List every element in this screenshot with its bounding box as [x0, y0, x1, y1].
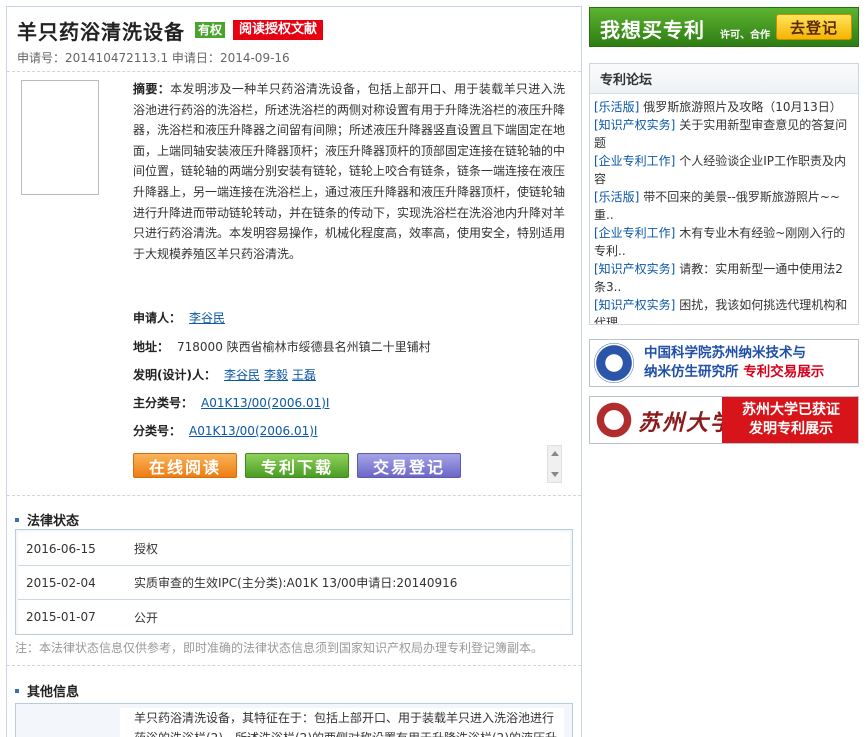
go-register-button[interactable]: 去登记 — [776, 14, 852, 40]
table-row: 2015-02-04 实质审查的生效IPC(主分类):A01K 13/00申请日… — [18, 566, 570, 600]
suda-banner[interactable]: 苏州大学 苏州大学已获证 发明专利展示 — [589, 396, 859, 444]
main-class-field: 主分类号： A01K13/00(2006.01)I — [133, 394, 333, 411]
forum-category[interactable]: [知识产权实务] — [594, 262, 675, 276]
forum-category[interactable]: [知识产权实务] — [594, 118, 675, 132]
suda-line1: 苏州大学已获证 — [742, 402, 840, 418]
legal-date: 2016-06-15 — [26, 541, 96, 556]
list-item[interactable]: [乐活版] 带不回来的美景--俄罗斯旅游照片~~重.. — [594, 188, 850, 224]
forum-category[interactable]: [知识产权实务] — [594, 298, 675, 312]
divider — [7, 495, 581, 496]
list-item[interactable]: [知识产权实务] 请教：实用新型一通中使用法2条3.. — [594, 260, 850, 296]
legal-date: 2015-02-04 — [26, 575, 96, 590]
suda-seal-icon — [594, 400, 634, 440]
status-badge: 有权 — [195, 22, 226, 38]
list-item[interactable]: [企业专利工作] 个人经验谈企业IP工作职责及内容 — [594, 152, 850, 188]
inventor-link[interactable]: 李谷民 — [224, 368, 260, 382]
table-row: 2015-01-07 公开 — [18, 600, 570, 634]
forum-category[interactable]: [乐活版] — [594, 100, 639, 114]
app-no: 201410472113.1 — [65, 51, 169, 65]
suda-line2: 发明专利展示 — [749, 421, 833, 437]
inventor-link[interactable]: 王磊 — [292, 368, 316, 382]
list-item[interactable]: [企业专利工作] 木有专业木有经验~刚刚入行的专利.. — [594, 224, 850, 260]
list-item[interactable]: [乐活版] 俄罗斯旅游照片及攻略（10月13日） — [594, 98, 850, 116]
forum-topic[interactable]: 俄罗斯旅游照片及攻略（10月13日） — [643, 100, 842, 114]
app-no-label: 申请号： — [17, 51, 66, 65]
read-authorized-doc-link[interactable]: 阅读授权文献 — [233, 20, 324, 40]
other-info-box: 羊只药浴清洗设备，其特征在于：包括上部开口、用于装载羊只进入洗浴池进行药浴的洗浴… — [15, 703, 573, 737]
inventor-field: 发明(设计)人： 李谷民 李毅 王磊 — [133, 366, 320, 383]
suda-calligraphy: 苏州大学 — [638, 410, 735, 436]
main-class-link[interactable]: A01K13/00(2006.01)I — [201, 396, 329, 410]
applicant-link[interactable]: 李谷民 — [189, 311, 225, 325]
app-date-label: 申请日： — [171, 51, 220, 65]
app-date: 2014-09-16 — [219, 51, 290, 65]
forum-list: [乐活版] 俄罗斯旅游照片及攻略（10月13日） [知识产权实务] 关于实用新型… — [590, 94, 858, 324]
other-info-heading: 其他信息 — [15, 681, 79, 700]
other-info-text: 羊只药浴清洗设备，其特征在于：包括上部开口、用于装载羊只进入洗浴池进行药浴的洗浴… — [120, 708, 564, 737]
list-item[interactable]: [知识产权实务] 关于实用新型审查意见的答复问题 — [594, 116, 850, 152]
main-class-label: 主分类号： — [133, 396, 194, 410]
patent-thumbnail[interactable] — [21, 80, 99, 195]
cas-logo-icon — [594, 343, 634, 383]
suda-logo-area: 苏州大学 — [590, 397, 732, 443]
inventor-label: 发明(设计)人： — [133, 368, 216, 382]
abstract: 摘要：本发明涉及一种羊只药浴清洗设备，包括上部开口、用于装载羊只进入洗浴池进行药… — [133, 79, 565, 264]
application-meta: 申请号：201410472113.1 申请日：2014-09-16 — [17, 49, 290, 66]
bullet-square-icon — [15, 688, 19, 693]
cas-line2: 纳米仿生研究所 — [644, 364, 739, 380]
mini-scrollbar[interactable] — [547, 445, 562, 483]
forum-category[interactable]: [企业专利工作] — [594, 154, 675, 168]
class-label: 分类号： — [133, 424, 182, 438]
legal-text: 授权 — [134, 542, 159, 556]
legal-text: 实质审查的生效IPC(主分类):A01K 13/00申请日:20140916 — [134, 576, 458, 590]
applicant-field: 申请人： 李谷民 — [133, 309, 229, 326]
suda-banner-text: 苏州大学已获证 发明专利展示 — [722, 397, 858, 443]
class-field: 分类号： A01K13/00(2006.01)I — [133, 422, 321, 439]
inventor-link[interactable]: 李毅 — [264, 368, 288, 382]
patent-detail-panel: 羊只药浴清洗设备 有权 阅读授权文献 申请号：201410472113.1 申请… — [6, 6, 582, 737]
bullet-square-icon — [15, 517, 19, 522]
table-row: 2016-06-15 授权 — [18, 532, 570, 566]
title-row: 羊只药浴清洗设备 有权 阅读授权文献 — [17, 17, 324, 44]
legal-text: 公开 — [134, 610, 159, 625]
cas-banner-text: 中国科学院苏州纳米技术与 纳米仿生研究所 专利交易展示 — [644, 344, 824, 382]
applicant-label: 申请人： — [133, 311, 182, 325]
action-buttons: 在线阅读 专利下载 交易登记 — [133, 453, 469, 478]
divider — [7, 71, 581, 72]
trade-register-button[interactable]: 交易登记 — [357, 453, 461, 478]
address-value: 718000 陕西省榆林市绥德县名州镇二十里铺村 — [177, 340, 431, 354]
page-title: 羊只药浴清洗设备 — [17, 19, 185, 44]
buy-patent-banner[interactable]: 我想买专利 许可、合作 去登记 — [589, 7, 859, 47]
legal-date: 2015-01-07 — [26, 610, 96, 624]
buy-patent-title: 我想买专利 — [600, 18, 705, 42]
class-link[interactable]: A01K13/00(2006.01)I — [189, 424, 317, 438]
legal-status-table: 2016-06-15 授权 2015-02-04 实质审查的生效IPC(主分类)… — [15, 529, 573, 635]
forum-category[interactable]: [企业专利工作] — [594, 226, 675, 240]
read-online-button[interactable]: 在线阅读 — [133, 453, 237, 478]
scroll-down-icon[interactable] — [551, 472, 559, 477]
legal-status-note: 注：本法律状态信息仅供参考，即时准确的法律状态信息须到国家知识产权局办理专利登记… — [15, 641, 544, 655]
forum-title: 专利论坛 — [590, 64, 858, 94]
scroll-up-icon[interactable] — [551, 451, 559, 456]
cas-line1: 中国科学院苏州纳米技术与 — [644, 345, 806, 361]
patent-forum-panel: 专利论坛 [乐活版] 俄罗斯旅游照片及攻略（10月13日） [知识产权实务] 关… — [589, 63, 859, 325]
address-label: 地址： — [133, 340, 170, 354]
address-field: 地址： 718000 陕西省榆林市绥德县名州镇二十里铺村 — [133, 338, 431, 355]
abstract-label: 摘要： — [133, 82, 171, 96]
patent-download-button[interactable]: 专利下载 — [245, 453, 349, 478]
forum-category[interactable]: [乐活版] — [594, 190, 639, 204]
cas-line2-highlight: 专利交易展示 — [743, 364, 825, 380]
legal-status-heading: 法律状态 — [15, 510, 79, 529]
divider — [7, 665, 581, 666]
abstract-text: 本发明涉及一种羊只药浴清洗设备，包括上部开口、用于装载羊只进入洗浴池进行药浴的洗… — [133, 82, 566, 261]
cas-nano-banner[interactable]: 中国科学院苏州纳米技术与 纳米仿生研究所 专利交易展示 — [589, 339, 859, 387]
buy-patent-subtitle: 许可、合作 — [720, 30, 770, 41]
list-item[interactable]: [知识产权实务] 困扰，我该如何挑选代理机构和代理 — [594, 296, 850, 324]
